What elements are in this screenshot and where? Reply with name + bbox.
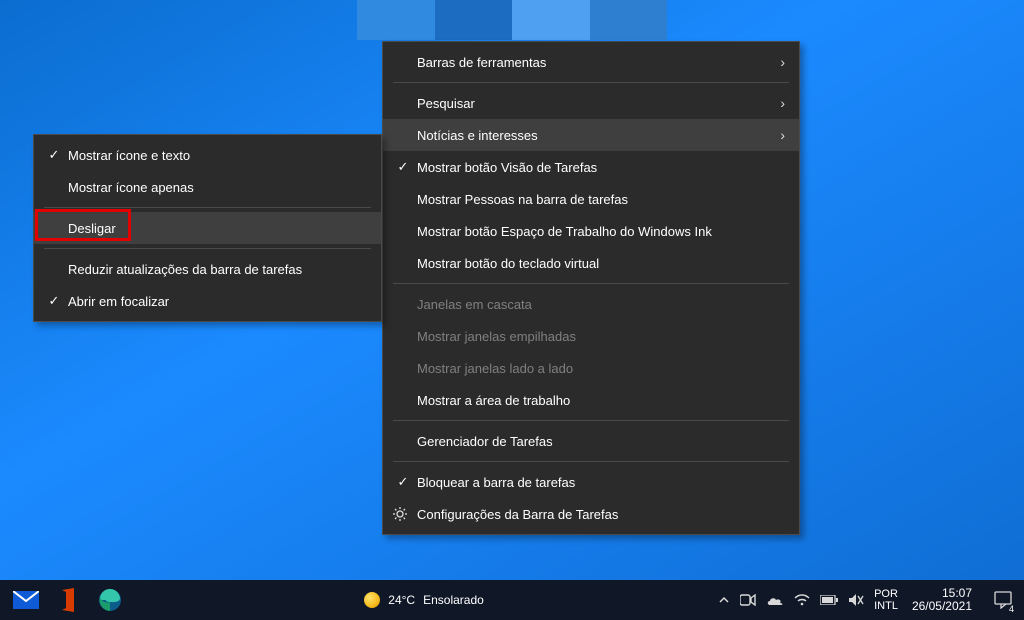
taskbar-right: POR INTL 15:07 26/05/2021 4 [718, 580, 1024, 620]
notification-count: 4 [1009, 604, 1014, 614]
taskbar-center: 24°C Ensolarado [130, 592, 718, 608]
menu-sub-separator [44, 248, 371, 249]
menu-sub-item-desligar[interactable]: Desligar [34, 212, 381, 244]
menu-main-item-mostrar-botao-do-teclado-virtual[interactable]: Mostrar botão do teclado virtual [383, 247, 799, 279]
mail-app-icon[interactable] [6, 580, 46, 620]
news-interests-submenu: ✓Mostrar ícone e textoMostrar ícone apen… [33, 134, 382, 322]
menu-item-label: Bloquear a barra de tarefas [413, 475, 785, 490]
weather-temp: 24°C [388, 593, 415, 607]
check-icon: ✓ [44, 147, 64, 163]
menu-main-item-mostrar-pessoas-na-barra-de-tarefas[interactable]: Mostrar Pessoas na barra de tarefas [383, 183, 799, 215]
menu-item-label: Mostrar botão do teclado virtual [413, 256, 785, 271]
menu-item-label: Notícias e interesses [413, 128, 771, 143]
menu-main-item-mostrar-a-area-de-trabalho[interactable]: Mostrar a área de trabalho [383, 384, 799, 416]
menu-item-label: Pesquisar [413, 96, 771, 111]
menu-main-item-bloquear-a-barra-de-tarefas[interactable]: ✓Bloquear a barra de tarefas [383, 466, 799, 498]
menu-main-item-mostrar-janelas-empilhadas: Mostrar janelas empilhadas [383, 320, 799, 352]
menu-main-item-configuracoes-da-barra-de-tarefas[interactable]: Configurações da Barra de Tarefas [383, 498, 799, 530]
gear-icon [393, 507, 413, 521]
menu-main-separator [393, 82, 789, 83]
battery-icon[interactable] [820, 595, 838, 605]
check-icon: ✓ [44, 293, 64, 309]
volume-icon[interactable] [848, 593, 864, 607]
desktop-windows-logo [357, 0, 667, 40]
menu-main-item-mostrar-botao-espaco-de-trabalho-do-windows-ink[interactable]: Mostrar botão Espaço de Trabalho do Wind… [383, 215, 799, 247]
menu-main-separator [393, 420, 789, 421]
taskbar-context-menu: Barras de ferramentas›Pesquisar›Notícias… [382, 41, 800, 535]
menu-item-label: Mostrar ícone e texto [64, 148, 367, 163]
menu-main-separator [393, 461, 789, 462]
menu-item-label: Mostrar janelas empilhadas [413, 329, 785, 344]
menu-item-label: Reduzir atualizações da barra de tarefas [64, 262, 367, 277]
clock[interactable]: 15:07 26/05/2021 [908, 587, 976, 613]
sun-icon [364, 592, 380, 608]
menu-item-label: Configurações da Barra de Tarefas [413, 507, 785, 522]
taskbar: 24°C Ensolarado POR [0, 580, 1024, 620]
menu-item-label: Abrir em focalizar [64, 294, 367, 309]
weather-widget[interactable]: 24°C Ensolarado [364, 592, 484, 608]
menu-item-label: Desligar [64, 221, 367, 236]
menu-main-item-noticias-e-interesses[interactable]: Notícias e interesses› [383, 119, 799, 151]
taskbar-left [0, 580, 130, 620]
language-indicator[interactable]: POR INTL [874, 588, 898, 612]
menu-main-item-pesquisar[interactable]: Pesquisar› [383, 87, 799, 119]
menu-item-label: Barras de ferramentas [413, 55, 771, 70]
menu-main-item-mostrar-janelas-lado-a-lado: Mostrar janelas lado a lado [383, 352, 799, 384]
menu-main-separator [393, 283, 789, 284]
menu-item-label: Mostrar botão Visão de Tarefas [413, 160, 785, 175]
menu-main-item-mostrar-botao-visao-de-tarefas[interactable]: ✓Mostrar botão Visão de Tarefas [383, 151, 799, 183]
menu-main-item-gerenciador-de-tarefas[interactable]: Gerenciador de Tarefas [383, 425, 799, 457]
chevron-right-icon: › [771, 54, 785, 70]
menu-item-label: Gerenciador de Tarefas [413, 434, 785, 449]
menu-sub-item-mostrar-icone-e-texto[interactable]: ✓Mostrar ícone e texto [34, 139, 381, 171]
chevron-up-icon[interactable] [718, 594, 730, 606]
menu-item-label: Mostrar a área de trabalho [413, 393, 785, 408]
meet-now-icon[interactable] [740, 594, 756, 606]
check-icon: ✓ [393, 159, 413, 175]
weather-text: Ensolarado [423, 593, 484, 607]
menu-sub-item-abrir-em-focalizar[interactable]: ✓Abrir em focalizar [34, 285, 381, 317]
check-icon: ✓ [393, 474, 413, 490]
wifi-icon[interactable] [794, 594, 810, 606]
menu-sub-separator [44, 207, 371, 208]
action-center-icon[interactable]: 4 [986, 580, 1020, 620]
menu-item-label: Mostrar ícone apenas [64, 180, 367, 195]
office-app-icon[interactable] [48, 580, 88, 620]
lang-bottom: INTL [874, 600, 898, 612]
menu-item-label: Mostrar janelas lado a lado [413, 361, 785, 376]
menu-item-label: Mostrar Pessoas na barra de tarefas [413, 192, 785, 207]
lang-top: POR [874, 588, 898, 600]
menu-item-label: Mostrar botão Espaço de Trabalho do Wind… [413, 224, 785, 239]
menu-main-item-barras-de-ferramentas[interactable]: Barras de ferramentas› [383, 46, 799, 78]
menu-main-item-janelas-em-cascata: Janelas em cascata [383, 288, 799, 320]
menu-item-label: Janelas em cascata [413, 297, 785, 312]
chevron-right-icon: › [771, 127, 785, 143]
onedrive-icon[interactable] [766, 594, 784, 606]
menu-sub-item-mostrar-icone-apenas[interactable]: Mostrar ícone apenas [34, 171, 381, 203]
menu-sub-item-reduzir-atualizacoes-da-barra-de-tarefas[interactable]: Reduzir atualizações da barra de tarefas [34, 253, 381, 285]
edge-app-icon[interactable] [90, 580, 130, 620]
system-tray[interactable] [718, 593, 864, 607]
chevron-right-icon: › [771, 95, 785, 111]
clock-date: 26/05/2021 [912, 600, 972, 613]
